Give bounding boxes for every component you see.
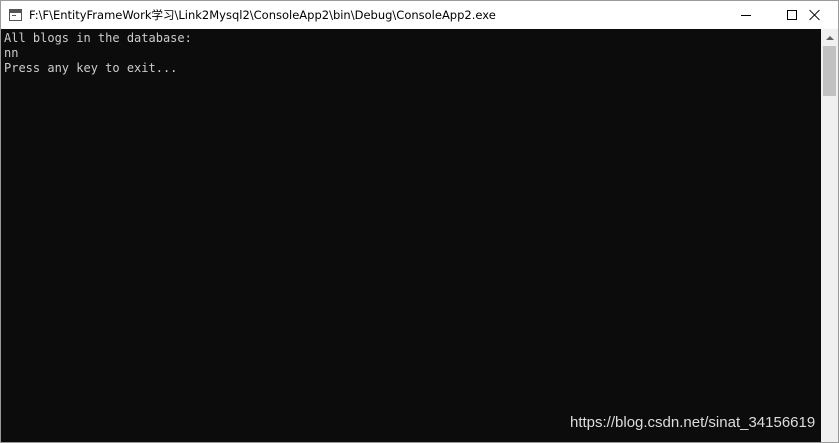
console-window: F:\F\EntityFrameWork学习\Link2Mysql2\Conso… xyxy=(0,0,839,443)
console-line: nn xyxy=(4,46,19,60)
console-line: All blogs in the database: xyxy=(4,31,192,45)
minimize-icon xyxy=(741,14,751,16)
window-title: F:\F\EntityFrameWork学习\Link2Mysql2\Conso… xyxy=(29,8,496,22)
scrollbar-thumb[interactable] xyxy=(823,46,836,96)
scroll-up-arrow-icon[interactable] xyxy=(821,29,838,46)
console-line: Press any key to exit... xyxy=(4,61,178,75)
title-bar[interactable]: F:\F\EntityFrameWork学习\Link2Mysql2\Conso… xyxy=(1,1,838,29)
console-app-icon[interactable] xyxy=(9,9,22,21)
close-icon xyxy=(809,9,821,21)
close-button[interactable] xyxy=(792,1,838,29)
watermark-text: https://blog.csdn.net/sinat_34156619 xyxy=(570,414,816,431)
vertical-scrollbar[interactable] xyxy=(821,29,838,442)
console-output[interactable]: All blogs in the database: nn Press any … xyxy=(2,29,821,442)
minimize-button[interactable] xyxy=(723,1,769,29)
